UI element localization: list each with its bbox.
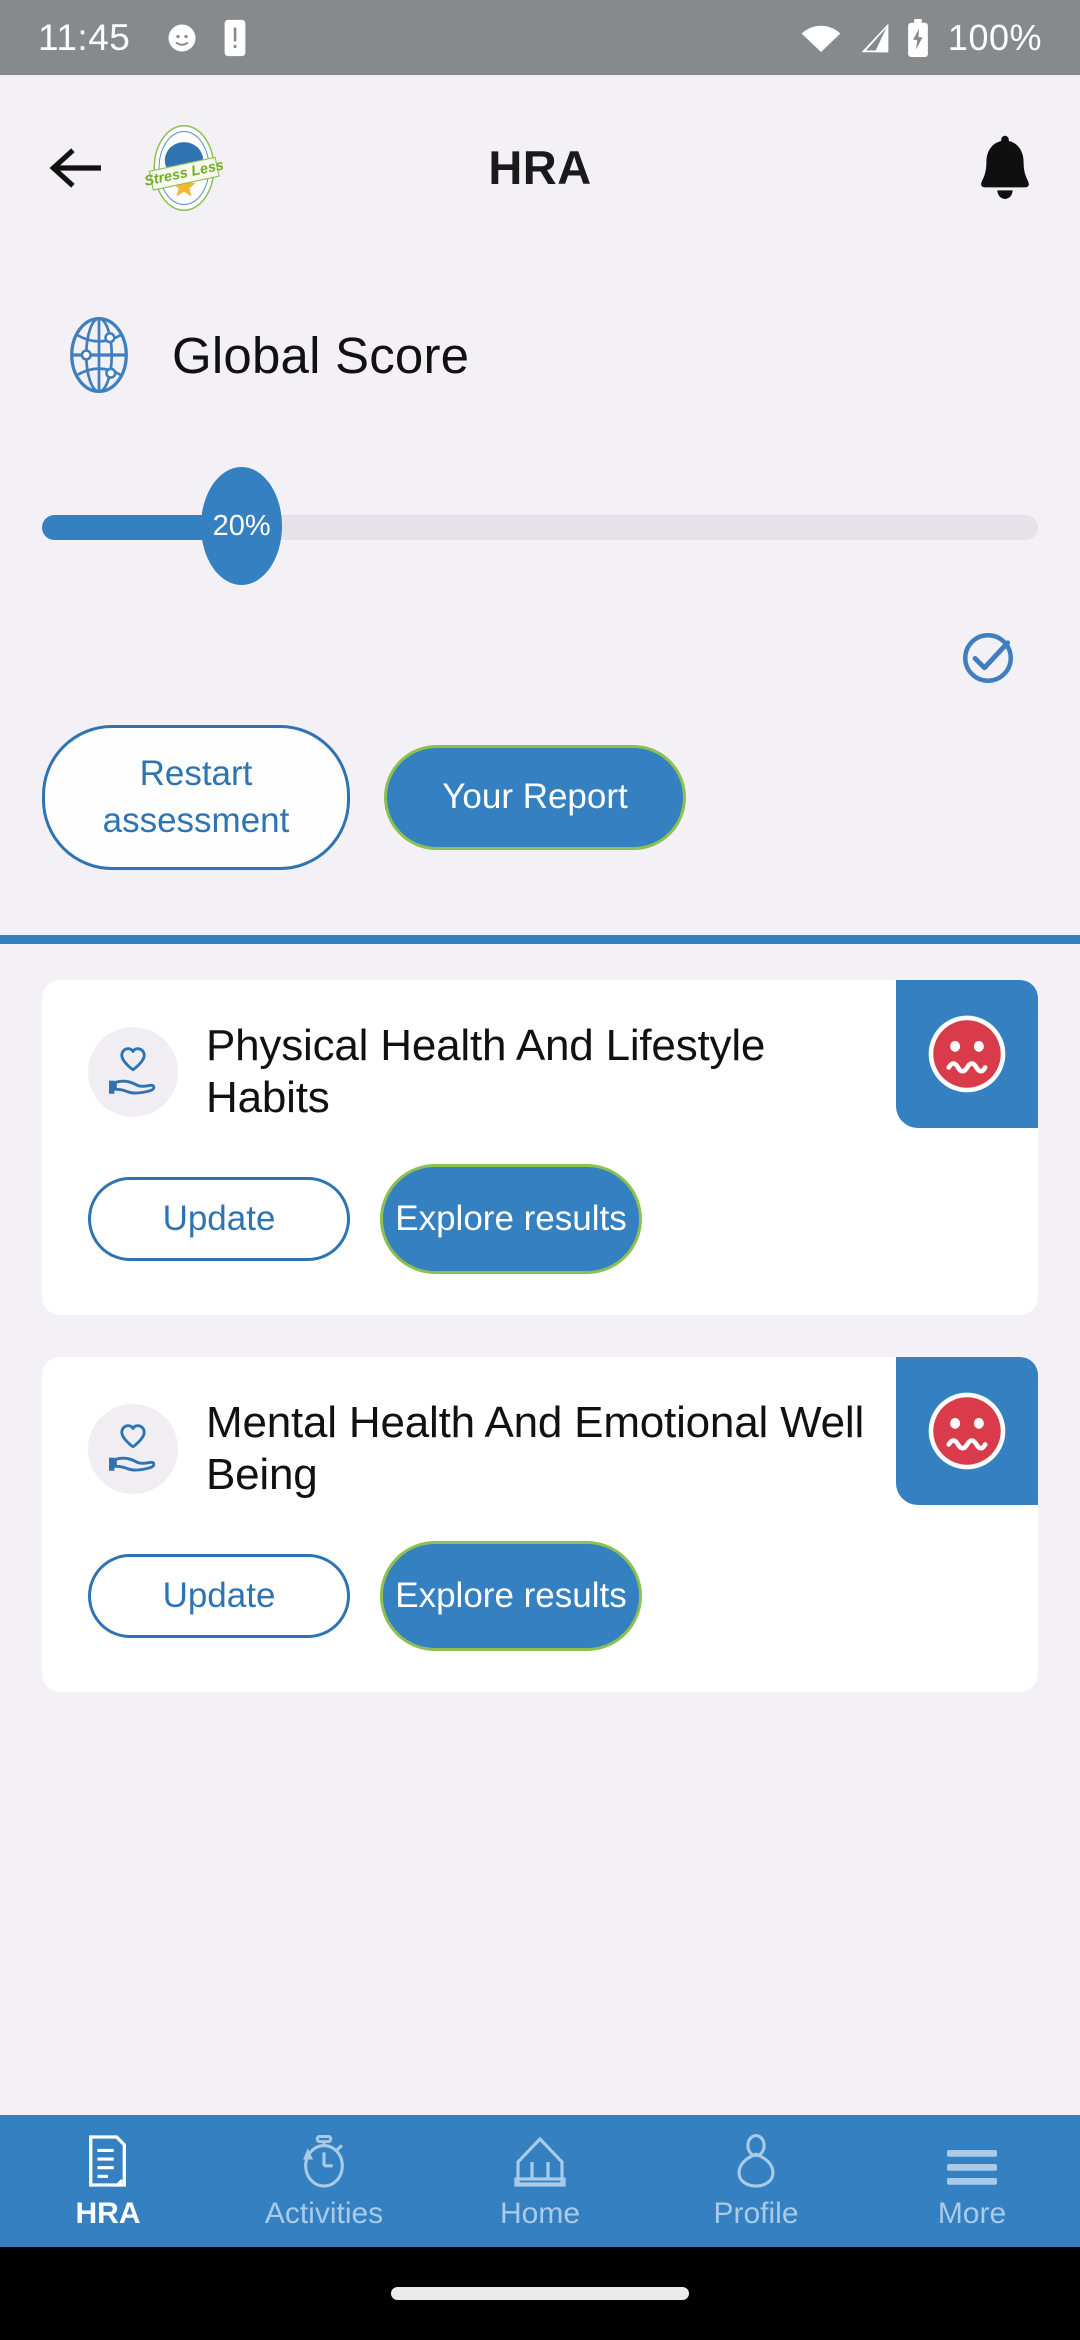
check-circle-icon[interactable] <box>959 629 1017 687</box>
house-icon <box>512 2132 568 2188</box>
card-actions: Update Explore results <box>42 1501 1038 1691</box>
notification-bell-icon <box>981 135 1029 199</box>
card-status-badge <box>896 1357 1038 1505</box>
status-bar: 11:45 100% <box>0 0 1080 75</box>
card-header: Mental Health And Emotional Well Being <box>42 1357 1038 1501</box>
update-button[interactable]: Update <box>88 1176 350 1261</box>
app-logo[interactable]: Stress Less <box>136 120 232 216</box>
card-title: Physical Health And Lifestyle Habits <box>206 1021 766 1122</box>
heart-in-hand-icon <box>109 1047 156 1095</box>
app-bar: Stress Less HRA <box>0 75 1080 260</box>
global-score-slider[interactable]: 20% <box>42 467 1038 587</box>
global-score-actions: Restart assessment Your Report <box>0 687 1080 870</box>
system-gesture-area <box>0 2247 1080 2340</box>
heart-in-hand-icon <box>109 1424 156 1472</box>
restart-assessment-button[interactable]: Restart assessment <box>42 725 350 870</box>
card-actions: Update Explore results <box>42 1124 1038 1314</box>
your-report-button[interactable]: Your Report <box>384 745 686 850</box>
person-icon <box>734 2132 778 2188</box>
cellular-signal-icon <box>861 23 889 52</box>
nav-label: Activities <box>264 2196 384 2230</box>
stress-less-logo-icon: Stress Less <box>143 124 225 211</box>
global-score-title: Global Score <box>172 326 470 384</box>
gesture-home-bar[interactable] <box>391 2287 689 2300</box>
nav-label: Home <box>499 2196 581 2230</box>
nav-item-hra[interactable]: HRA <box>0 2132 216 2231</box>
nav-item-home[interactable]: Home <box>432 2132 648 2231</box>
battery-percentage: 100% <box>947 16 1042 58</box>
nav-label: More <box>937 2196 1007 2230</box>
globe-icon <box>70 317 128 393</box>
hamburger-menu-icon <box>945 2132 999 2188</box>
worried-face-icon <box>928 1015 1006 1093</box>
card-icon-wrap <box>88 1026 178 1117</box>
nav-item-profile[interactable]: Profile <box>648 2132 864 2231</box>
update-button[interactable]: Update <box>88 1553 350 1638</box>
card-title: Mental Health And Emotional Well Being <box>206 1398 865 1499</box>
phone-vibrate-icon <box>224 19 246 56</box>
section-divider <box>0 935 1080 944</box>
explore-results-button[interactable]: Explore results <box>380 1540 642 1651</box>
assessment-card-list: Physical Health And Lifestyle Habits Upd… <box>0 944 1080 1692</box>
status-bar-time: 11:45 <box>38 16 131 58</box>
card-icon-wrap <box>88 1403 178 1494</box>
wifi-icon <box>801 25 841 52</box>
stopwatch-icon <box>298 2132 350 2188</box>
card-header: Physical Health And Lifestyle Habits <box>42 980 1038 1124</box>
bottom-navigation: HRA Activities Home Profile More <box>0 2115 1080 2247</box>
explore-results-button[interactable]: Explore results <box>380 1163 642 1274</box>
worried-face-icon <box>928 1392 1006 1470</box>
nav-label: HRA <box>75 2196 141 2230</box>
cat-notification-icon <box>168 24 196 51</box>
nav-label: Profile <box>713 2196 799 2230</box>
status-bar-system-icons: 100% <box>800 17 1042 59</box>
notifications-button[interactable] <box>970 130 1040 206</box>
slider-thumb[interactable]: 20% <box>201 467 283 585</box>
card-status-badge <box>896 980 1038 1128</box>
document-icon <box>85 2132 131 2188</box>
nav-item-activities[interactable]: Activities <box>216 2132 432 2231</box>
slider-value-label: 20% <box>212 509 271 542</box>
assessment-card[interactable]: Mental Health And Emotional Well Being U… <box>42 1357 1038 1692</box>
back-arrow-icon <box>49 147 101 188</box>
status-bar-notification-icons <box>164 19 248 57</box>
nav-item-more[interactable]: More <box>864 2132 1080 2231</box>
phone-screen: 11:45 100% Stress Less HRA Global Score … <box>0 0 1080 2340</box>
global-score-header: Global Score <box>0 260 1080 395</box>
assessment-complete-row <box>0 587 1080 687</box>
assessment-card[interactable]: Physical Health And Lifestyle Habits Upd… <box>42 980 1038 1315</box>
battery-charging-icon <box>908 18 928 57</box>
back-button[interactable] <box>40 131 114 205</box>
